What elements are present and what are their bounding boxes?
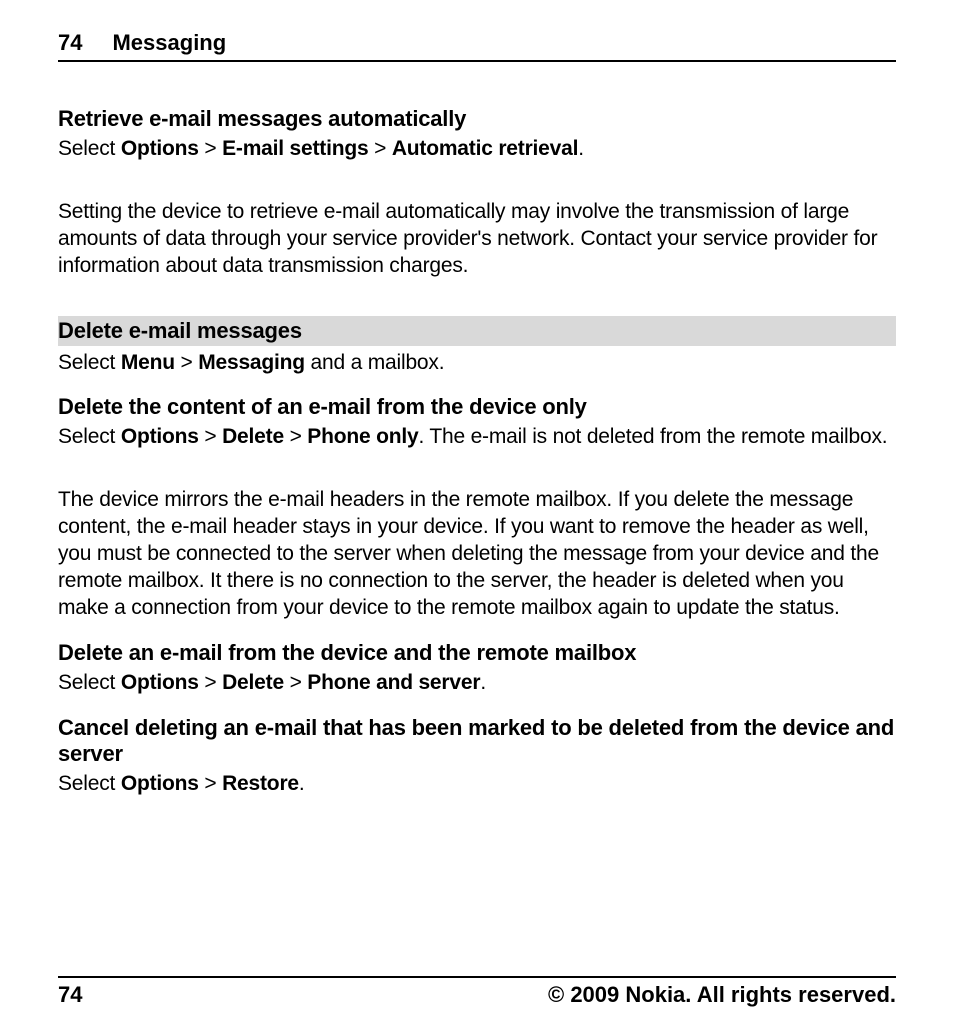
para-device-only-select: Select Options > Delete > Phone only. Th… [58, 424, 896, 451]
bold-email-settings: E-mail settings [222, 137, 368, 160]
bold-messaging: Messaging [198, 351, 305, 374]
heading-delete-device-remote: Delete an e-mail from the device and the… [58, 640, 896, 666]
copyright-text: © 2009 Nokia. All rights reserved. [548, 982, 896, 1008]
para-retrieve-body: Setting the device to retrieve e-mail au… [58, 199, 896, 280]
bold-options: Options [121, 772, 199, 795]
dot: . [299, 772, 305, 795]
page: 74 Messaging Retrieve e-mail messages au… [0, 0, 954, 797]
dot: . [480, 671, 486, 694]
sep: > [199, 772, 222, 795]
sep: > [368, 137, 391, 160]
sep: > [199, 425, 222, 448]
heading-delete-email-messages: Delete e-mail messages [58, 316, 896, 346]
text-select: Select [58, 137, 121, 160]
dot: . [578, 137, 584, 160]
para-device-only-body: The device mirrors the e-mail headers in… [58, 487, 896, 621]
text-tail: . The e-mail is not deleted from the rem… [418, 425, 887, 448]
para-delete-select: Select Menu > Messaging and a mailbox. [58, 350, 896, 377]
bold-options: Options [121, 671, 199, 694]
page-header: 74 Messaging [58, 30, 896, 62]
sep: > [199, 671, 222, 694]
para-device-remote-select: Select Options > Delete > Phone and serv… [58, 670, 896, 697]
heading-retrieve-auto: Retrieve e-mail messages automatically [58, 106, 896, 132]
text-select: Select [58, 671, 121, 694]
bold-phone-and-server: Phone and server [307, 671, 480, 694]
page-number-top: 74 [58, 30, 82, 56]
sep: > [284, 671, 307, 694]
text-select: Select [58, 772, 121, 795]
heading-cancel-deleting: Cancel deleting an e-mail that has been … [58, 715, 896, 767]
bold-options: Options [121, 425, 199, 448]
para-retrieve-select: Select Options > E-mail settings > Autom… [58, 136, 896, 163]
text-select: Select [58, 351, 121, 374]
bold-options: Options [121, 137, 199, 160]
heading-delete-device-only: Delete the content of an e-mail from the… [58, 394, 896, 420]
text-and-mailbox: and a mailbox. [305, 351, 444, 374]
bold-menu: Menu [121, 351, 175, 374]
bold-delete: Delete [222, 671, 284, 694]
chapter-title: Messaging [112, 30, 226, 56]
bold-delete: Delete [222, 425, 284, 448]
sep: > [284, 425, 307, 448]
sep: > [175, 351, 198, 374]
bold-restore: Restore [222, 772, 299, 795]
text-select: Select [58, 425, 121, 448]
bold-automatic-retrieval: Automatic retrieval [392, 137, 578, 160]
bold-phone-only: Phone only [307, 425, 418, 448]
page-number-bottom: 74 [58, 982, 82, 1008]
para-cancel-select: Select Options > Restore. [58, 771, 896, 798]
sep: > [199, 137, 222, 160]
page-footer: 74 © 2009 Nokia. All rights reserved. [58, 976, 896, 1008]
